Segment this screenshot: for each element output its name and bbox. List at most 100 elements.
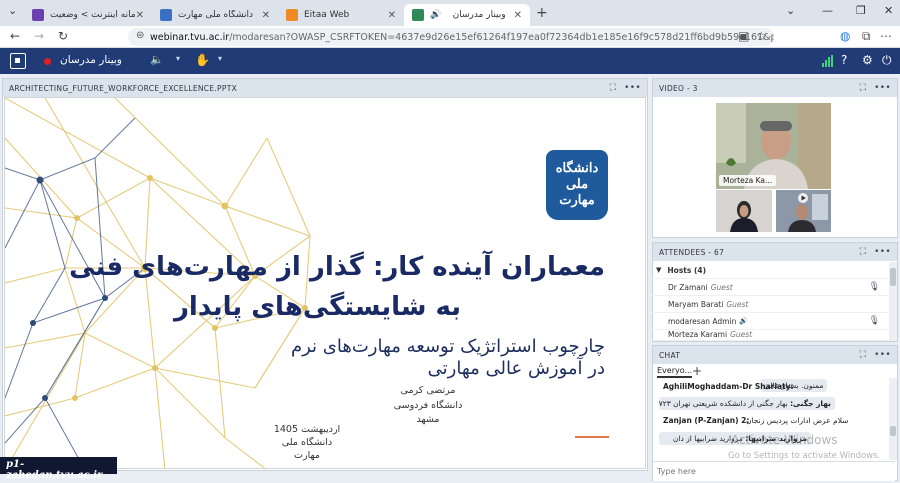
attendee-name: Maryam Barati (668, 299, 724, 309)
tab-close-icon[interactable]: ✕ (136, 10, 144, 21)
tab-list-icon[interactable]: ⌄ (786, 4, 795, 17)
chat-text: بهار جگنی از دانشکده شریعتی تهران ۰۹۱۲۰۶… (659, 399, 788, 408)
settings-icon[interactable]: ⚙ (862, 53, 873, 67)
chat-menu-icon[interactable]: ••• (874, 350, 891, 360)
tab-close-icon[interactable]: ✕ (388, 10, 396, 21)
chat-sender: AghiliMoghaddam-Dr Shariaty: (663, 382, 794, 391)
connection-signal-icon (822, 55, 834, 67)
fullscreen-icon[interactable]: ⛶ (610, 83, 617, 93)
collections-icon[interactable]: ⧉ (862, 29, 871, 44)
browser-tab-4[interactable]: 🔊 وبینار مدرسان ✕ (404, 4, 530, 26)
audio-caret-icon[interactable]: ▾ (176, 54, 180, 63)
slide-subtitle-line-2: در آموزش عالی مهارتی (427, 358, 605, 379)
forward-icon[interactable]: → (34, 29, 44, 43)
slide-author: مرتضی کرمی دانشگاه فردوسی مشهد (383, 384, 473, 428)
microphone-icon: 🎙 (868, 282, 880, 292)
add-chat-icon[interactable]: + (692, 364, 702, 378)
tab-label-4: وبینار مدرسان (452, 10, 506, 20)
tab-close-icon[interactable]: ✕ (262, 10, 270, 21)
share-panel-header: ARCHITECTING_FUTURE_WORKFORCE_EXCELLENCE… (3, 79, 647, 97)
video-thumbnail-2[interactable] (776, 190, 831, 232)
video-thumbnail-1[interactable] (716, 190, 772, 232)
attendees-fullscreen-icon[interactable]: ⛶ (860, 247, 867, 257)
help-icon[interactable]: ? (841, 53, 847, 67)
attendees-scroll-thumb[interactable] (890, 268, 896, 286)
slide-date: اردیبهشت 1405 دانشگاه ملی مهارت (267, 424, 347, 462)
tab-audio-icon[interactable]: 🔊 (430, 10, 441, 20)
thumbnail-2-image (776, 190, 831, 232)
browser-tab-1[interactable]: سامانه اینترنت > وضعیت ✕ (24, 4, 152, 26)
tab-favicon-4 (412, 9, 424, 21)
university-emblem: دانشگاه ملی مهارت (546, 150, 608, 220)
url-field[interactable]: ⊜ webinar.tvu.ac.ir/modaresan?OWASP_CSRF… (128, 28, 774, 46)
tab-close-icon[interactable]: ✕ (514, 10, 522, 21)
restore-icon[interactable]: ❐ (856, 4, 866, 17)
slide-date-line-2: دانشگاه ملی (281, 436, 333, 448)
attendee-role: Guest (726, 299, 749, 309)
recording-dot-icon (44, 58, 51, 65)
microphone-icon: 🎙 (868, 316, 880, 326)
chat-panel-header: CHAT ⛶ ••• (653, 346, 897, 364)
tab-search-icon[interactable]: ⌄ (8, 4, 17, 17)
attendees-panel-title: ATTENDEES - 67 (659, 247, 725, 257)
chat-scrollbar[interactable] (889, 378, 897, 460)
slide-author-city: مشهد (416, 414, 440, 426)
slide-title-line-2: به شایستگی‌های پایدار (173, 292, 461, 322)
chat-fullscreen-icon[interactable]: ⛶ (860, 350, 867, 360)
slide-date-line-1: اردیبهشت 1405 (273, 424, 341, 435)
layout-icon[interactable] (10, 53, 26, 69)
attendees-menu-icon[interactable]: ••• (874, 247, 891, 257)
close-window-icon[interactable]: ✕ (884, 4, 893, 17)
main-video-name: Morteza Ka... (719, 175, 777, 186)
chat-sender: بهار جگنی: (790, 399, 831, 408)
raise-hand-icon[interactable]: ✋ (195, 53, 210, 67)
exit-icon[interactable]: ⏻ (882, 53, 892, 68)
tab-favicon-2 (160, 9, 172, 21)
chat-tab-everyone[interactable]: Everyo... (657, 366, 693, 378)
chat-message: بهار جگنی: بهار جگنی از دانشکده شریعتی ت… (659, 397, 835, 410)
browser-tab-3[interactable]: Eitaa Web ✕ (278, 4, 404, 26)
install-app-icon[interactable]: ▣ (738, 29, 749, 43)
attendee-name: Morteza Karami (668, 330, 728, 339)
reload-icon[interactable]: ↻ (58, 29, 68, 43)
tab-favicon-1 (32, 9, 44, 21)
attendee-row[interactable]: modaresan Admin 🔊 🎙 (652, 313, 888, 330)
new-tab-icon[interactable]: + (536, 5, 548, 21)
tab-label-2: دانشگاه ملی مهارت (178, 10, 254, 20)
thumbnail-1-image (716, 190, 772, 232)
chevron-down-icon: ▼ (656, 266, 662, 274)
slide-subtitle-line-1: چارچوب استراتژیک توسعه مهارت‌های نرم (290, 336, 605, 357)
address-bar-row: ← → ↻ ⊜ webinar.tvu.ac.ir/modaresan?OWAS… (0, 26, 900, 48)
bookmark-star-icon[interactable]: ☆ (756, 29, 767, 43)
webinar-header: وبینار مدرسان 🔈 ▾ ✋ ▾ ? ⚙ ⏻ (0, 48, 900, 74)
back-icon[interactable]: ← (10, 29, 20, 43)
slide-date-line-3: مهارت (294, 449, 320, 461)
attendee-row[interactable]: Dr Zamani Guest 🎙 (652, 279, 888, 296)
attendee-name: Dr Zamani (668, 282, 708, 292)
attendee-row[interactable]: Maryam Barati Guest (652, 296, 888, 313)
chat-input[interactable] (653, 461, 895, 481)
attendees-scrollbar[interactable] (889, 262, 897, 341)
meeting-name: وبینار مدرسان (60, 54, 122, 66)
attendee-role: Guest (710, 282, 733, 292)
share-panel-menu-icon[interactable]: ••• (624, 83, 641, 93)
extension-icon[interactable]: ◍ (840, 29, 850, 43)
tab-label-3: Eitaa Web (304, 10, 350, 20)
chat-scroll-thumb[interactable] (890, 426, 896, 436)
speaker-icon[interactable]: 🔈 (150, 53, 164, 66)
attendee-row[interactable]: Morteza Karami Guest (652, 330, 888, 341)
attendee-role: Guest (730, 330, 753, 339)
hand-caret-icon[interactable]: ▾ (218, 54, 222, 63)
video-fullscreen-icon[interactable]: ⛶ (860, 83, 867, 93)
video-menu-icon[interactable]: ••• (874, 83, 891, 93)
hosts-group-header[interactable]: ▼ Hosts (4) (652, 262, 888, 279)
chat-sender: Zanjan (P-Zanjan) 2: (663, 416, 750, 425)
browser-tab-2[interactable]: دانشگاه ملی مهارت ✕ (152, 4, 278, 26)
minimize-icon[interactable]: — (822, 4, 833, 17)
slide-author-name: مرتضی کرمی (400, 385, 456, 396)
url-domain: webinar.tvu.ac.ir (150, 31, 230, 43)
site-info-icon[interactable]: ⊜ (136, 30, 144, 41)
activate-windows-title: Activate Windows (731, 433, 838, 447)
more-menu-icon[interactable]: ⋯ (880, 29, 892, 43)
video-panel-title: VIDEO - 3 (659, 83, 698, 93)
